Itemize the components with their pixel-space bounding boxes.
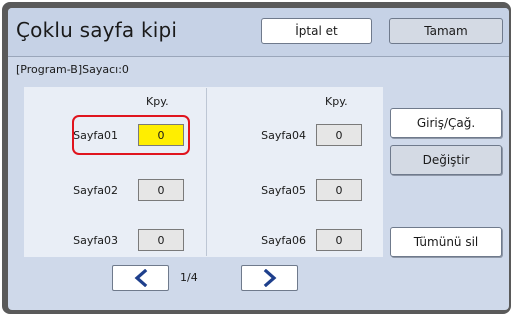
entry-recall-button[interactable]: Giriş/Çağ.: [390, 108, 502, 138]
column-divider: [206, 88, 207, 256]
header-divider: [8, 56, 509, 57]
page-title: Çoklu sayfa kipi: [16, 18, 178, 42]
page-label-sayfa05: Sayfa05: [261, 184, 306, 197]
page-label-sayfa04: Sayfa04: [261, 129, 306, 142]
multi-page-mode-panel: Çoklu sayfa kipi İptal et Tamam [Program…: [8, 8, 509, 310]
chevron-right-icon: [263, 269, 276, 287]
page-label-sayfa06: Sayfa06: [261, 234, 306, 247]
next-page-button[interactable]: [241, 265, 298, 291]
previous-page-button[interactable]: [112, 265, 169, 291]
copies-field-sayfa06[interactable]: 0: [316, 229, 362, 251]
copies-field-sayfa02[interactable]: 0: [138, 179, 184, 201]
copies-column-header-right: Kpy.: [325, 95, 348, 108]
selected-field-highlight: [72, 115, 190, 155]
copies-field-sayfa04[interactable]: 0: [316, 124, 362, 146]
delete-all-button[interactable]: Tümünü sil: [390, 227, 502, 257]
header-bar: Çoklu sayfa kipi İptal et Tamam: [8, 8, 509, 56]
copies-column-header-left: Kpy.: [146, 95, 169, 108]
change-button[interactable]: Değiştir: [390, 145, 502, 175]
copies-field-sayfa03[interactable]: 0: [138, 229, 184, 251]
page-label-sayfa02: Sayfa02: [73, 184, 118, 197]
ok-button[interactable]: Tamam: [389, 18, 503, 44]
chevron-left-icon: [134, 269, 147, 287]
copies-field-sayfa05[interactable]: 0: [316, 179, 362, 201]
screen-frame: Çoklu sayfa kipi İptal et Tamam [Program…: [2, 2, 511, 314]
page-indicator: 1/4: [180, 271, 198, 284]
cancel-button[interactable]: İptal et: [261, 18, 372, 44]
page-label-sayfa03: Sayfa03: [73, 234, 118, 247]
program-counter-label: [Program-B]Sayacı:0: [16, 63, 129, 76]
